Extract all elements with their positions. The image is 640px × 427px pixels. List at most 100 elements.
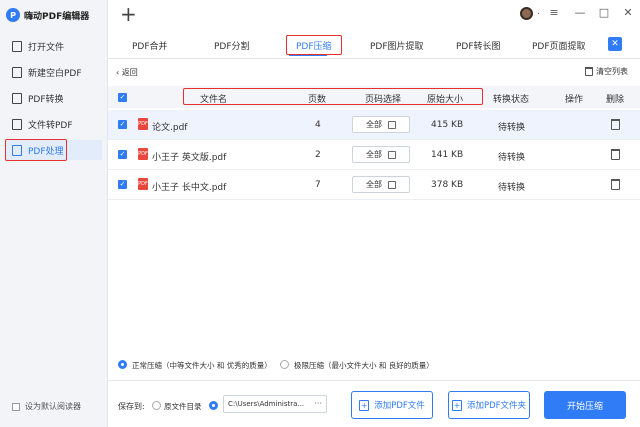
browse-path-button[interactable]: ··· — [314, 399, 322, 408]
page-range-label: 全部 — [366, 180, 382, 189]
tab-pdf-merge[interactable]: PDF合并 — [132, 39, 168, 52]
app-title: 嗨动PDF编辑器 — [24, 11, 90, 22]
clear-list-button[interactable]: 清空列表 — [585, 66, 628, 77]
delete-icon[interactable] — [611, 149, 620, 160]
new-document-icon — [12, 66, 22, 78]
default-reader-label: 设为默认阅读器 — [25, 402, 81, 411]
table-row[interactable]: ✓ PDF 论文.pdf 4 全部 415 KB 待转换 — [108, 110, 640, 140]
custom-dir-radio[interactable] — [209, 401, 218, 410]
sidebar-item-file-to-pdf[interactable]: 文件转PDF — [6, 114, 102, 134]
tab-pdf-page-extract[interactable]: PDF页面提取 — [532, 39, 586, 52]
user-menu-dot[interactable]: . — [537, 6, 540, 17]
close-panel-button[interactable]: ✕ — [608, 37, 622, 51]
file-name: 论文.pdf — [152, 123, 188, 133]
original-size: 415 KB — [431, 120, 464, 130]
sidebar-item-label: 新建空白PDF — [28, 68, 82, 79]
start-compress-button[interactable]: 开始压缩 — [544, 391, 626, 419]
file-name: 小王子 长中文.pdf — [152, 183, 227, 193]
app-logo: P 嗨动PDF编辑器 — [6, 6, 89, 24]
add-folder-icon: + — [451, 399, 462, 411]
extreme-compression-radio[interactable] — [280, 360, 289, 369]
highlight-box — [183, 88, 483, 105]
pdf-file-icon: PDF — [138, 178, 148, 190]
extreme-compression-label[interactable]: 极限压缩（最小文件大小 和 良好的质量） — [294, 360, 434, 371]
add-pdf-file-label: 添加PDF文件 — [374, 401, 425, 411]
highlight-box — [5, 139, 67, 161]
add-file-icon: + — [359, 399, 370, 411]
close-window-button[interactable]: ✕ — [620, 4, 636, 20]
app-logo-icon: P — [6, 8, 20, 22]
edit-icon — [388, 150, 396, 159]
row-checkbox[interactable]: ✓ — [118, 150, 127, 159]
list-toolbar: ‹ 返回 清空列表 — [108, 64, 640, 82]
sidebar: P 嗨动PDF编辑器 打开文件 新建空白PDF PDF转换 文件转PDF PDF… — [0, 0, 108, 427]
sidebar-item-new-blank-pdf[interactable]: 新建空白PDF — [6, 62, 102, 82]
page-range-button[interactable]: 全部 — [352, 176, 410, 193]
tab-pdf-image-extract[interactable]: PDF图片提取 — [370, 39, 424, 52]
maximize-button[interactable]: □ — [596, 4, 612, 20]
edit-icon — [388, 180, 396, 189]
default-reader-option[interactable]: 设为默认阅读器 — [12, 401, 81, 412]
output-path-field[interactable]: C:\Users\Administra... ··· — [223, 395, 327, 413]
normal-compression-radio[interactable] — [118, 360, 127, 369]
add-pdf-folder-button[interactable]: + 添加PDF文件夹 — [448, 391, 530, 419]
delete-icon[interactable] — [611, 179, 620, 190]
output-path-value: C:\Users\Administra... — [228, 400, 305, 408]
clear-list-label: 清空列表 — [596, 67, 628, 76]
select-all-checkbox[interactable]: ✓ — [118, 93, 127, 102]
page-range-label: 全部 — [366, 120, 382, 129]
original-dir-label[interactable]: 原文件目录 — [164, 401, 202, 412]
tab-pdf-to-long-image[interactable]: PDF转长图 — [456, 39, 501, 52]
page-count: 4 — [315, 120, 321, 130]
trash-icon — [585, 67, 593, 76]
original-size: 141 KB — [431, 150, 464, 160]
sidebar-item-pdf-convert[interactable]: PDF转换 — [6, 88, 102, 108]
save-to-label: 保存到: — [118, 402, 145, 411]
page-count: 2 — [315, 150, 321, 160]
normal-compression-label[interactable]: 正常压缩（中等文件大小 和 优秀的质量） — [132, 360, 272, 371]
title-bar: + . ≡ — □ ✕ — [108, 0, 640, 30]
column-header-delete: 删除 — [606, 95, 625, 105]
tool-tabs: PDF合并 PDF分割 PDF压缩 PDF图片提取 PDF转长图 PDF页面提取… — [108, 33, 640, 59]
avatar[interactable] — [520, 7, 533, 20]
back-button[interactable]: ‹ 返回 — [116, 67, 138, 78]
sidebar-item-label: 打开文件 — [28, 42, 65, 53]
add-tab-button[interactable]: + — [120, 2, 137, 26]
highlight-box — [286, 35, 342, 55]
column-header-status: 转换状态 — [493, 95, 530, 105]
file-to-pdf-icon — [12, 118, 22, 130]
file-name: 小王子 英文版.pdf — [152, 153, 227, 163]
pdf-convert-icon — [12, 92, 22, 104]
page-range-label: 全部 — [366, 150, 382, 159]
page-range-button[interactable]: 全部 — [352, 116, 410, 133]
original-dir-radio[interactable] — [152, 401, 161, 410]
page-range-button[interactable]: 全部 — [352, 146, 410, 163]
convert-status: 待转换 — [498, 153, 526, 163]
sidebar-item-label: 文件转PDF — [28, 120, 73, 131]
row-checkbox[interactable]: ✓ — [118, 120, 127, 129]
add-pdf-file-button[interactable]: + 添加PDF文件 — [351, 391, 433, 419]
row-checkbox[interactable]: ✓ — [118, 180, 127, 189]
default-reader-checkbox[interactable] — [12, 402, 20, 411]
folder-icon — [12, 40, 22, 52]
pdf-file-icon: PDF — [138, 148, 148, 160]
pdf-file-icon: PDF — [138, 118, 148, 130]
edit-icon — [388, 120, 396, 129]
sidebar-item-label: PDF转换 — [28, 94, 64, 105]
minimize-button[interactable]: — — [572, 4, 588, 20]
convert-status: 待转换 — [498, 183, 526, 193]
original-size: 378 KB — [431, 180, 464, 190]
menu-icon[interactable]: ≡ — [546, 4, 562, 20]
table-row[interactable]: ✓ PDF 小王子 长中文.pdf 7 全部 378 KB 待转换 — [108, 170, 640, 200]
back-label: 返回 — [121, 68, 138, 77]
convert-status: 待转换 — [498, 123, 526, 133]
compression-options: 正常压缩（中等文件大小 和 优秀的质量） 极限压缩（最小文件大小 和 良好的质量… — [108, 356, 640, 374]
table-header: ✓ 文件名 页数 页码选择 原始大小 转换状态 操作 删除 — [108, 86, 640, 108]
column-header-action: 操作 — [565, 95, 584, 105]
delete-icon[interactable] — [611, 119, 620, 130]
page-count: 7 — [315, 180, 321, 190]
tab-pdf-split[interactable]: PDF分割 — [214, 39, 250, 52]
table-row[interactable]: ✓ PDF 小王子 英文版.pdf 2 全部 141 KB 待转换 — [108, 140, 640, 170]
sidebar-item-open-file[interactable]: 打开文件 — [6, 36, 102, 56]
footer-bar: 保存到: 原文件目录 C:\Users\Administra... ··· + … — [108, 380, 640, 427]
